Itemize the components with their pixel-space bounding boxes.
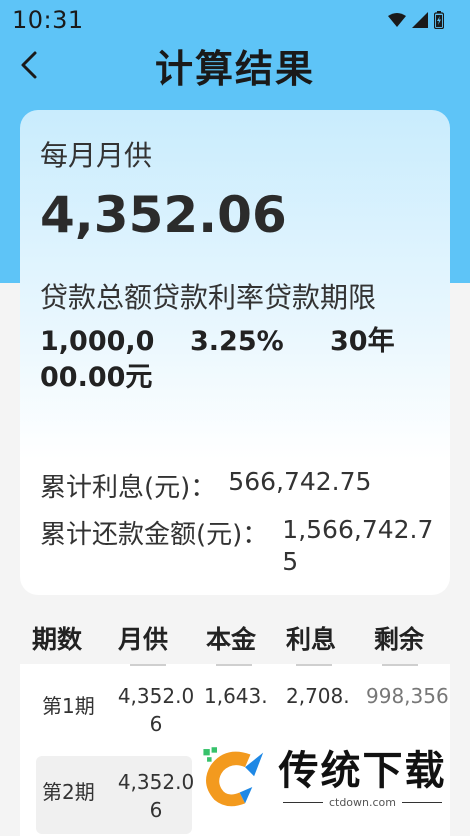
loan-amount-value: 1,000,000.00元: [40, 326, 155, 393]
loan-rate-value: 3.25%: [190, 326, 284, 357]
wifi-icon: [388, 13, 406, 27]
table-row[interactable]: 第1期 4,352.06 1,643. 2,708. 998,356: [36, 670, 450, 748]
watermark: 传统下载 ctdown.com: [198, 740, 448, 816]
tick-mark: [296, 664, 332, 666]
row-monthly: 4,352.06: [117, 770, 195, 822]
row-remaining: 998,356: [366, 684, 449, 708]
header-principal: 本金: [206, 625, 257, 654]
status-time: 10:31: [12, 6, 84, 34]
result-card: 每月月供 4,352.06 贷款总额贷款利率贷款期限 1,000,000.00元…: [20, 110, 450, 595]
total-repay-row: 累计还款金额(元)： 1,566,742.75: [40, 514, 437, 578]
divider: [402, 801, 442, 803]
page-title: 计算结果: [154, 46, 315, 91]
signal-icon: [412, 12, 428, 28]
watermark-url: ctdown.com: [328, 795, 396, 809]
back-button[interactable]: [12, 48, 46, 82]
row-monthly: 4,352.06: [117, 684, 195, 736]
watermark-url-row: ctdown.com: [277, 796, 448, 809]
monthly-payment-label: 每月月供: [40, 139, 153, 172]
total-interest-label: 累计利息(元)：: [40, 473, 217, 503]
tick-mark: [382, 664, 418, 666]
status-icons: [388, 11, 444, 29]
header-remaining: 剩余: [374, 625, 425, 654]
loan-term-value: 30年: [330, 326, 395, 357]
total-repay-label: 累计还款金额(元)：: [40, 520, 269, 550]
summary-labels: 贷款总额贷款利率贷款期限: [40, 281, 377, 314]
tick-mark: [130, 664, 166, 666]
tick-mark: [216, 664, 252, 666]
ctdown-logo-icon: [203, 747, 264, 807]
header-period: 期数: [32, 625, 83, 654]
row-principal: 1,643.: [204, 684, 268, 708]
total-interest-row: 累计利息(元)： 566,742.75: [40, 467, 371, 504]
battery-icon: [434, 11, 444, 29]
divider: [282, 801, 323, 803]
total-repay-value: 1,566,742.75: [282, 515, 434, 576]
total-interest-value: 566,742.75: [228, 467, 372, 496]
schedule-table-header: 期数 月供 本金 利息 剩余: [20, 614, 450, 664]
row-period: 第1期: [42, 694, 95, 718]
row-interest: 2,708.: [286, 684, 350, 708]
watermark-text: 传统下载: [278, 747, 447, 794]
row-period: 第2期: [42, 780, 95, 804]
watermark-text-wrap: 传统下载 ctdown.com: [277, 748, 448, 809]
chevron-left-icon: [21, 51, 37, 79]
header-interest: 利息: [286, 625, 337, 654]
status-bar: 10:31: [0, 0, 470, 40]
header-monthly: 月供: [118, 625, 169, 654]
header: 计算结果: [0, 40, 470, 91]
table-row[interactable]: 第2期 4,352.06: [36, 756, 194, 834]
monthly-payment-value: 4,352.06: [40, 186, 287, 244]
